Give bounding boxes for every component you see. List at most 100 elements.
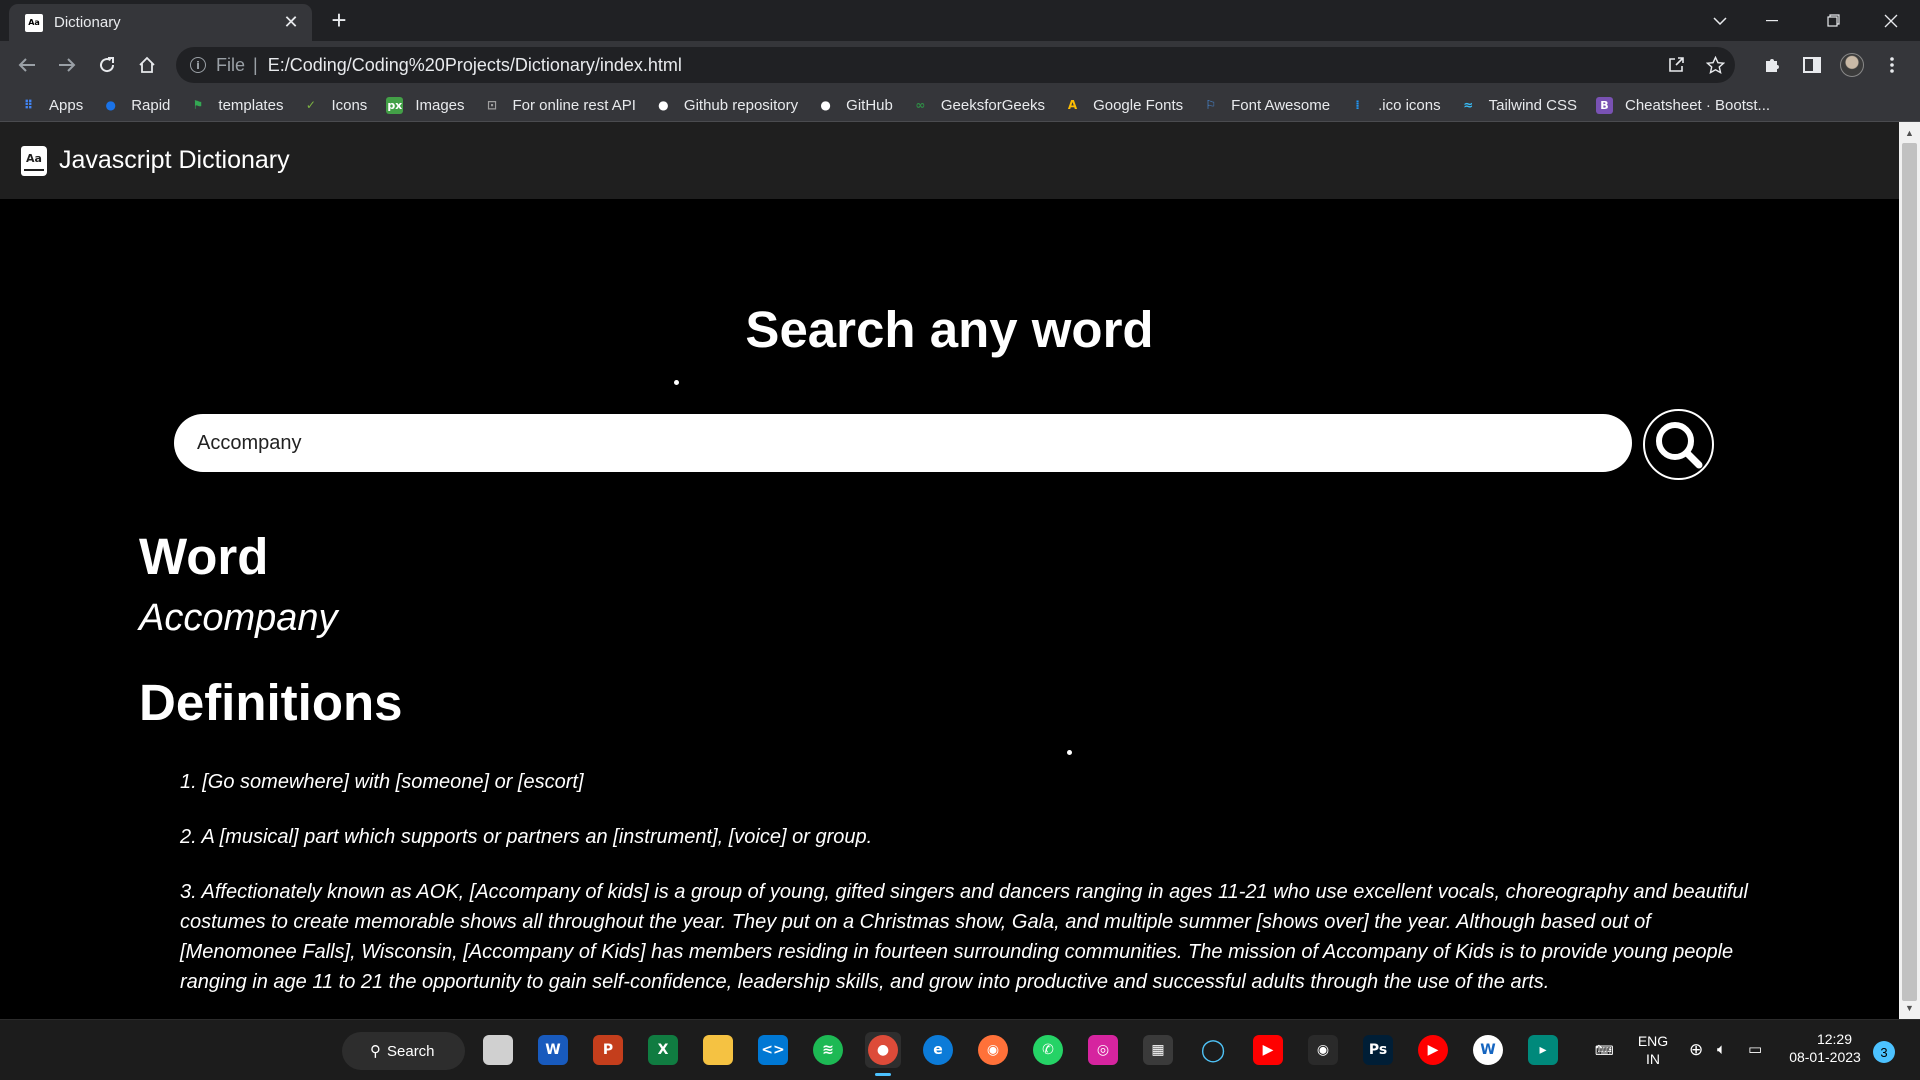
bookmark-label: Rapid <box>131 96 171 114</box>
taskbar-search-button[interactable]: ⚲ Search <box>342 1032 465 1070</box>
youtube-icon[interactable]: ▶ <box>1250 1032 1286 1068</box>
chrome-glyph: ● <box>868 1035 898 1065</box>
extensions-puzzle-icon[interactable] <box>1757 50 1787 80</box>
bookmark-label: For online rest API <box>512 96 636 114</box>
word-icon[interactable]: W <box>535 1032 571 1068</box>
bookmark-item[interactable]: B Cheatsheet · Bootst... <box>1595 96 1770 114</box>
spotify-icon[interactable]: ≋ <box>810 1032 846 1068</box>
bookmark-item[interactable]: ⚑ templates <box>189 97 284 114</box>
bookmark-item[interactable]: ● Github repository <box>655 97 798 114</box>
edge-icon[interactable]: e <box>920 1032 956 1068</box>
keyboard-icon[interactable]: ⌨ <box>1595 1042 1614 1060</box>
back-arrow-icon[interactable] <box>12 50 42 80</box>
bookmark-label: Apps <box>49 96 84 114</box>
chrome-menu-kebab-icon[interactable] <box>1877 50 1907 80</box>
bookmark-label: Font Awesome <box>1231 96 1331 114</box>
definitions-list: 1. [Go somewhere] with [someone] or [esc… <box>180 767 1750 1019</box>
close-window-icon[interactable] <box>1868 0 1914 41</box>
whatsapp-icon[interactable]: ✆ <box>1030 1032 1066 1068</box>
network-globe-icon[interactable]: ⊕ <box>1689 1041 1703 1059</box>
chrome-icon[interactable]: ● <box>865 1032 901 1076</box>
templates-flag-icon: ⚑ <box>192 98 204 112</box>
instagram-icon[interactable]: ◎ <box>1085 1032 1121 1068</box>
share-icon[interactable] <box>1661 47 1691 83</box>
address-bar[interactable]: i File | E:/Coding/Coding%20Projects/Dic… <box>176 47 1735 83</box>
camera-icon[interactable]: ◉ <box>1305 1032 1341 1068</box>
google-meet-icon[interactable]: ▸ <box>1525 1032 1561 1068</box>
bookmark-item[interactable]: ⚐ Font Awesome <box>1202 97 1330 114</box>
wordweb-icon[interactable]: W <box>1470 1032 1506 1068</box>
youtube-glyph: ▶ <box>1253 1035 1283 1065</box>
site-info-icon[interactable]: i <box>190 57 206 73</box>
profile-avatar[interactable] <box>1837 50 1867 80</box>
forward-arrow-icon[interactable] <box>52 50 82 80</box>
clock-time: 12:29 <box>1816 1031 1852 1047</box>
scrollbar-thumb[interactable] <box>1902 143 1917 1001</box>
browser-toolbar: i File | E:/Coding/Coding%20Projects/Dic… <box>0 41 1920 89</box>
volume-icon[interactable]: 🔈︎ <box>1717 1041 1726 1059</box>
scroll-up-arrow-icon[interactable]: ▲ <box>1899 124 1920 142</box>
bookmark-item[interactable]: ⁞ .ico icons <box>1349 97 1440 114</box>
bookmark-label: Google Fonts <box>1093 96 1184 114</box>
rest-api-icon: ⊡ <box>486 98 498 112</box>
file-explorer-icon[interactable] <box>700 1032 736 1068</box>
page-scrollbar[interactable]: ▲ ▼ <box>1899 122 1920 1019</box>
excel-glyph: X <box>648 1035 678 1065</box>
youtube-music-icon[interactable]: ▶ <box>1415 1032 1451 1068</box>
bookmark-item[interactable]: ● GitHub <box>817 97 892 114</box>
bookmark-item[interactable]: px Images <box>386 96 465 114</box>
windows-start-icon[interactable] <box>292 1032 328 1068</box>
bookmark-item[interactable]: ⊡ For online rest API <box>484 97 636 114</box>
restore-icon[interactable] <box>1810 0 1856 41</box>
firefox-icon[interactable]: ◉ <box>975 1032 1011 1068</box>
notification-badge[interactable]: 3 <box>1873 1041 1895 1063</box>
cortana-icon[interactable]: ◯ <box>1195 1032 1231 1068</box>
definition-item: 2. A [musical] part which supports or pa… <box>180 826 873 848</box>
file-explorer-glyph <box>703 1035 733 1065</box>
bookmark-item[interactable]: A Google Fonts <box>1064 97 1183 114</box>
tab-search-chevron-icon[interactable] <box>1697 0 1743 41</box>
decorative-dot <box>674 380 679 385</box>
browser-tab-strip: Aa Dictionary ✕ + <box>0 0 1920 41</box>
search-button[interactable] <box>1643 409 1714 480</box>
browser-tab[interactable]: Aa Dictionary ✕ <box>9 4 312 41</box>
bookmark-item[interactable]: ⠿ Apps <box>20 97 83 114</box>
brand-title[interactable]: Javascript Dictionary <box>59 146 290 175</box>
battery-icon[interactable]: ▭ <box>1748 1041 1762 1059</box>
excel-icon[interactable]: X <box>645 1032 681 1068</box>
microsoft-store-icon[interactable]: ▦ <box>1140 1032 1176 1068</box>
url-scheme-label: File <box>216 54 246 75</box>
bookmark-star-icon[interactable] <box>1700 47 1730 83</box>
side-panel-icon[interactable] <box>1797 50 1827 80</box>
clock-date: 08-01-2023 <box>1789 1049 1861 1065</box>
tab-close-icon[interactable]: ✕ <box>280 12 302 33</box>
wordweb-glyph: W <box>1473 1035 1503 1065</box>
url-text[interactable]: E:/Coding/Coding%20Projects/Dictionary/i… <box>268 55 682 76</box>
new-tab-icon[interactable]: + <box>324 5 354 36</box>
spotify-glyph: ≋ <box>813 1035 843 1065</box>
definitions-section-label: Definitions <box>139 674 403 731</box>
bookmark-item[interactable]: ● Rapid <box>102 97 170 114</box>
powerpoint-icon[interactable]: P <box>590 1032 626 1068</box>
word-search-input[interactable] <box>174 414 1632 472</box>
photoshop-icon[interactable]: Ps <box>1360 1032 1396 1068</box>
bookmark-item[interactable]: ≈ Tailwind CSS <box>1460 97 1577 114</box>
camera-glyph: ◉ <box>1308 1035 1338 1065</box>
task-view-icon[interactable] <box>480 1032 516 1068</box>
vscode-icon[interactable]: <> <box>755 1032 791 1068</box>
language-code: ENG <box>1637 1033 1669 1049</box>
definition-item: 3. Affectionately known as AOK, [Accompa… <box>180 881 1748 993</box>
bookmark-item[interactable]: ✓ Icons <box>302 97 367 114</box>
icons-check-icon: ✓ <box>305 98 316 112</box>
bookmark-item[interactable]: ∞ GeeksforGeeks <box>912 97 1045 114</box>
minimize-icon[interactable] <box>1749 0 1795 41</box>
scroll-down-arrow-icon[interactable]: ▼ <box>1899 999 1920 1017</box>
home-icon[interactable] <box>132 50 162 80</box>
region-code: IN <box>1646 1051 1660 1067</box>
bookmark-label: Github repository <box>683 96 799 114</box>
clock[interactable]: 12:29 08-01-2023 <box>1782 1030 1868 1066</box>
edge-glyph: e <box>923 1035 953 1065</box>
bookmark-label: Images <box>415 96 465 114</box>
reload-icon[interactable] <box>92 50 122 80</box>
language-indicator[interactable]: ENG IN <box>1633 1032 1673 1068</box>
